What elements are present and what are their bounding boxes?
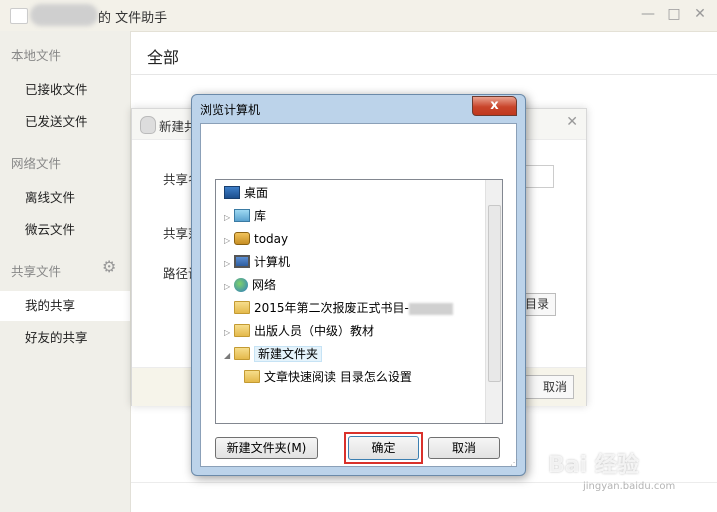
tree-node-computer[interactable]: ▷ 计算机	[224, 252, 290, 272]
browse-computer-dialog: 浏览计算机 x 桌面 ▷ 库 ▷ today ▷ 计算机 ▷ 网络 2015年第二次报废…	[191, 94, 526, 476]
maximize-button[interactable]: □	[666, 6, 682, 22]
share-name-input[interactable]	[522, 165, 554, 188]
avatar	[30, 4, 98, 26]
computer-icon	[234, 255, 250, 268]
network-icon	[234, 277, 248, 292]
sidebar-item-my-share[interactable]: 我的共享	[0, 291, 130, 321]
tree-node-today[interactable]: ▷ today	[224, 229, 288, 249]
tree-node-subfolder[interactable]: 文章快速阅读 目录怎么设置	[244, 367, 412, 387]
library-icon	[234, 209, 250, 222]
tree-node-library[interactable]: ▷ 库	[224, 206, 266, 226]
sidebar-section-shared: 共享文件	[11, 264, 62, 279]
resize-grip-icon[interactable]: ⋰	[510, 458, 518, 467]
choose-directory-button[interactable]: 目录	[522, 293, 556, 316]
expand-arrow-icon[interactable]: ▷	[224, 231, 234, 251]
window-title: 的 文件助手	[98, 11, 168, 26]
sidebar-section-network: 网络文件	[11, 156, 62, 171]
sidebar-item-received[interactable]: 已接收文件	[0, 75, 130, 105]
desktop-icon	[224, 186, 240, 199]
expand-arrow-icon[interactable]: ▷	[224, 208, 234, 228]
watermark-url: jingyan.baidu.com	[583, 481, 676, 492]
folder-icon	[234, 324, 250, 337]
close-button[interactable]: ✕	[692, 6, 708, 22]
tree-node-folder[interactable]: ▷ 出版人员（中级）教材	[224, 321, 374, 341]
page-title: 全部	[147, 48, 180, 67]
expand-arrow-icon[interactable]: ▷	[224, 277, 234, 297]
title-bar: 的 文件助手 — □ ✕	[0, 0, 717, 32]
expand-arrow-icon[interactable]: ▷	[224, 323, 234, 343]
folder-tree[interactable]: 桌面 ▷ 库 ▷ today ▷ 计算机 ▷ 网络 2015年第二次报废正式书目- ▷ 出…	[215, 179, 503, 424]
cancel-button[interactable]: 取消	[428, 437, 500, 459]
cancel-button[interactable]: 取消	[522, 375, 574, 399]
expand-arrow-icon[interactable]: ▷	[224, 254, 234, 274]
gear-icon[interactable]: ⚙	[102, 258, 120, 276]
sidebar-section-local: 本地文件	[11, 48, 62, 63]
close-button[interactable]: x	[472, 96, 517, 116]
collapse-arrow-icon[interactable]: ◢	[224, 346, 234, 366]
tree-node-desktop[interactable]: 桌面	[224, 183, 268, 203]
scrollbar-thumb[interactable]	[488, 205, 501, 382]
folder-app-icon	[10, 8, 28, 24]
folder-icon	[234, 301, 250, 314]
sidebar-item-friend-share[interactable]: 好友的共享	[0, 323, 130, 353]
dialog-body: 桌面 ▷ 库 ▷ today ▷ 计算机 ▷ 网络 2015年第二次报废正式书目- ▷ 出…	[200, 123, 517, 467]
user-icon	[234, 232, 250, 245]
folder-icon	[234, 347, 250, 360]
dialog-title: 浏览计算机	[200, 103, 261, 117]
vertical-scrollbar[interactable]	[485, 180, 502, 423]
sidebar-item-offline[interactable]: 离线文件	[0, 183, 130, 213]
new-folder-button[interactable]: 新建文件夹(M)	[215, 437, 318, 459]
tree-node-network[interactable]: ▷ 网络	[224, 275, 276, 295]
tree-node-folder[interactable]: 2015年第二次报废正式书目-	[234, 298, 453, 318]
folder-icon	[244, 370, 260, 383]
redacted-text	[408, 302, 453, 315]
minimize-button[interactable]: —	[640, 6, 656, 22]
tree-node-new-folder[interactable]: ◢ 新建文件夹	[224, 344, 323, 366]
qq-penguin-icon	[140, 116, 156, 134]
watermark-logo: Bai 经验	[548, 453, 639, 478]
sidebar-item-weiyun[interactable]: 微云文件	[0, 215, 130, 245]
divider	[131, 74, 717, 75]
sidebar-item-sent[interactable]: 已发送文件	[0, 107, 130, 137]
ok-button[interactable]: 确定	[348, 436, 419, 460]
close-icon[interactable]: ✕	[566, 114, 578, 130]
